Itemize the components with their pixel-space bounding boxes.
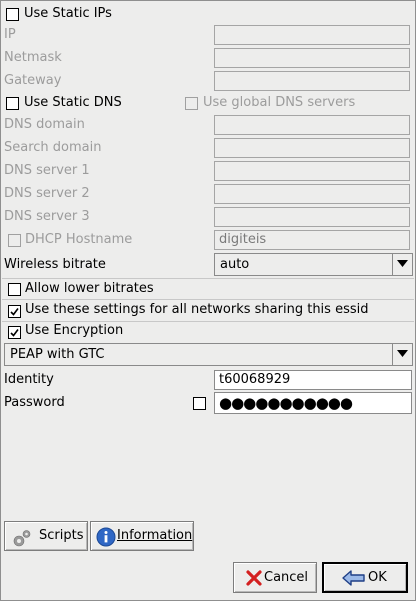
information-label: Information (117, 528, 193, 543)
dns-server-3-input[interactable] (214, 207, 410, 227)
global-settings-label: Use these settings for all networks shar… (25, 302, 369, 317)
divider (2, 278, 414, 279)
enter-arrow-icon (342, 570, 365, 586)
divider (2, 299, 414, 300)
gateway-label: Gateway (4, 73, 62, 88)
chevron-down-icon (392, 344, 412, 365)
info-icon (96, 527, 116, 547)
password-label: Password (4, 395, 65, 410)
allow-lower-bitrates-label: Allow lower bitrates (25, 281, 154, 296)
close-icon (246, 570, 262, 586)
scripts-label: Scripts (39, 528, 84, 543)
cancel-label: Cancel (264, 570, 309, 585)
allow-lower-bitrates-checkbox[interactable] (8, 283, 21, 296)
dns-server-2-input[interactable] (214, 184, 410, 204)
divider (2, 321, 414, 322)
identity-label: Identity (4, 372, 54, 387)
ip-input[interactable] (214, 25, 410, 45)
information-button[interactable]: Information (90, 521, 194, 551)
dhcp-hostname-checkbox[interactable] (8, 234, 21, 247)
netmask-label: Netmask (4, 50, 62, 65)
cancel-button[interactable]: Cancel (233, 562, 317, 593)
gear-icon (13, 530, 31, 547)
identity-input[interactable]: t60068929 (214, 370, 412, 390)
search-domain-label: Search domain (4, 140, 102, 155)
show-password-checkbox[interactable] (193, 397, 206, 410)
use-encryption-label: Use Encryption (25, 323, 124, 338)
gateway-input[interactable] (214, 71, 410, 91)
dhcp-hostname-input[interactable]: digiteis (214, 230, 410, 250)
dns-domain-input[interactable] (214, 115, 410, 135)
global-settings-checkbox[interactable] (8, 305, 21, 318)
chevron-down-icon (392, 254, 412, 275)
static-dns-label: Use Static DNS (24, 95, 122, 110)
dhcp-hostname-label: DHCP Hostname (25, 232, 133, 247)
global-dns-checkbox[interactable] (185, 97, 198, 110)
dns-server-1-input[interactable] (214, 161, 410, 181)
dns-server-1-label: DNS server 1 (4, 163, 90, 178)
network-settings-dialog: Use Static IPs IP Netmask Gateway Use St… (0, 0, 416, 601)
static-ip-checkbox[interactable] (6, 8, 19, 21)
ok-button[interactable]: OK (322, 562, 408, 593)
dns-domain-label: DNS domain (4, 117, 85, 132)
scripts-button[interactable]: Scripts (4, 521, 88, 551)
ip-label: IP (4, 27, 16, 42)
static-ip-label: Use Static IPs (24, 6, 112, 21)
wireless-bitrate-select[interactable]: auto (214, 253, 413, 276)
encryption-method-value: PEAP with GTC (10, 347, 105, 362)
checkmark-icon (10, 329, 19, 337)
dns-server-3-label: DNS server 3 (4, 209, 90, 224)
use-encryption-checkbox[interactable] (8, 326, 21, 339)
wireless-bitrate-value: auto (220, 257, 250, 272)
encryption-method-select[interactable]: PEAP with GTC (4, 343, 413, 366)
password-dots: ●●●●●●●●●●● (219, 394, 353, 412)
checkmark-icon (10, 308, 19, 316)
search-domain-input[interactable] (214, 138, 410, 158)
dns-server-2-label: DNS server 2 (4, 186, 90, 201)
ok-label: OK (368, 570, 387, 585)
static-dns-checkbox[interactable] (6, 97, 19, 110)
password-input[interactable]: ●●●●●●●●●●● (214, 392, 412, 414)
global-dns-label: Use global DNS servers (203, 95, 356, 110)
wireless-bitrate-label: Wireless bitrate (4, 257, 106, 272)
netmask-input[interactable] (214, 48, 410, 68)
